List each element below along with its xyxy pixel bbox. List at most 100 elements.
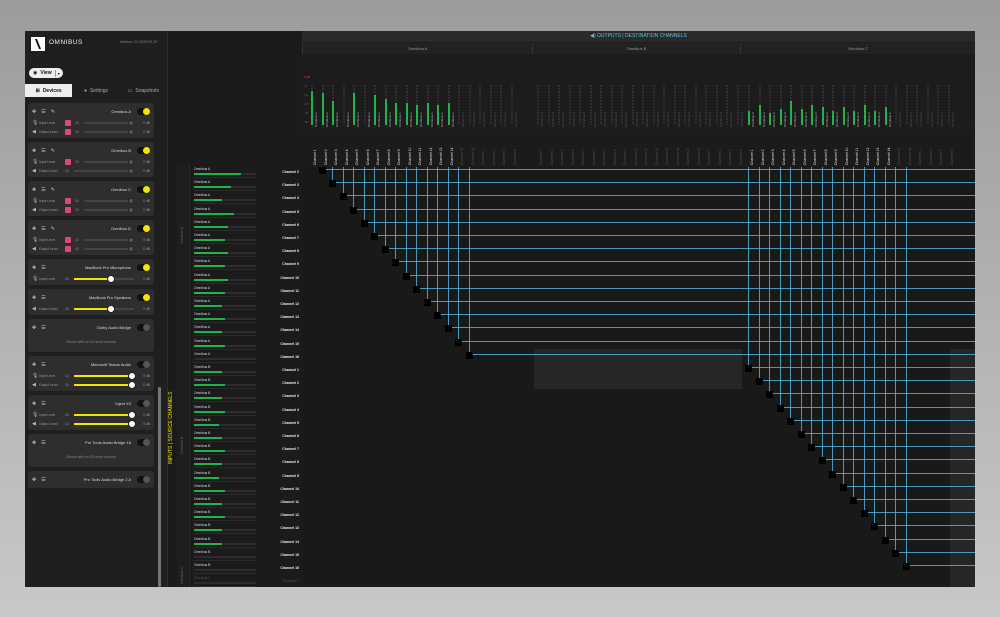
sliders-icon[interactable]: ☰ (41, 265, 45, 271)
input-channel-label[interactable]: Channel 9 (282, 262, 299, 266)
input-channel-label[interactable]: Channel 15 (280, 342, 299, 346)
output-channel-label[interactable]: Channel 2 (492, 150, 496, 165)
input-channel-label[interactable]: Channel 2 (282, 170, 299, 174)
route-node[interactable] (881, 536, 889, 544)
output-channel-label[interactable]: Channel 14 (450, 148, 454, 165)
device-enable-toggle[interactable] (137, 324, 150, 331)
input-channel-label[interactable]: Channel 13 (280, 526, 299, 530)
output-channel-label[interactable]: Channel 10 (634, 148, 638, 165)
device-enable-toggle[interactable] (137, 108, 150, 115)
output-channel-label[interactable]: Channel 4 (345, 150, 349, 165)
move-icon[interactable]: ✥ (32, 325, 36, 331)
route-node[interactable] (465, 351, 473, 359)
level-slider-knob[interactable] (127, 419, 136, 428)
input-channel-label[interactable]: Channel 1 (283, 579, 299, 583)
input-channel-label[interactable]: Channel 11 (281, 289, 299, 293)
output-channel-label[interactable]: Channel 3 (728, 150, 732, 165)
sliders-icon[interactable]: ☰ (41, 325, 45, 331)
output-group-omnibus-c[interactable]: Omnibus C (740, 43, 975, 54)
level-slider[interactable] (73, 167, 134, 174)
level-slider[interactable] (73, 274, 134, 283)
output-channel-label[interactable]: Channel 8 (824, 150, 828, 165)
level-slider[interactable] (83, 128, 135, 135)
output-channel-label[interactable]: Channel 4 (950, 150, 954, 165)
output-channel-label[interactable]: Channel 4 (513, 150, 517, 165)
output-channel-label[interactable]: Channel 5 (581, 150, 585, 165)
level-slider-knob[interactable] (128, 158, 135, 165)
output-channel-label[interactable]: Channel 11 (855, 148, 859, 165)
mute-button[interactable] (65, 197, 71, 204)
route-node[interactable] (808, 444, 815, 452)
route-node[interactable] (381, 246, 389, 254)
level-slider[interactable] (83, 119, 135, 126)
output-channel-label[interactable]: Channel 2 (550, 150, 554, 165)
tab-settings[interactable]: ● Settings (72, 84, 119, 97)
level-slider[interactable] (73, 410, 136, 419)
route-node[interactable] (829, 470, 836, 478)
output-channel-label[interactable]: Channel 3 (560, 150, 564, 165)
level-slider[interactable] (83, 197, 135, 204)
sliders-icon[interactable]: ☰ (41, 401, 45, 407)
mute-button[interactable] (65, 236, 71, 243)
output-channel-label[interactable]: Channel 11 (644, 148, 648, 165)
output-group-omnibus-b[interactable]: Omnibus B (531, 43, 741, 54)
route-node[interactable] (413, 285, 420, 293)
chevron-down-icon[interactable]: ▾ (58, 71, 60, 76)
output-channel-label[interactable]: Channel 16 (471, 148, 475, 165)
level-slider-knob[interactable] (127, 167, 134, 174)
level-slider-knob[interactable] (127, 410, 136, 419)
input-channel-label[interactable]: Channel 10 (280, 276, 299, 280)
route-node[interactable] (871, 523, 878, 531)
input-channel-label[interactable]: Channel 14 (280, 540, 299, 544)
input-channel-label[interactable]: Channel 12 (280, 513, 299, 517)
route-node[interactable] (860, 510, 868, 518)
move-icon[interactable]: ✥ (32, 440, 36, 446)
sliders-icon[interactable]: ☰ (41, 295, 45, 301)
output-channel-label[interactable]: Channel 16 (908, 148, 912, 165)
device-enable-toggle[interactable] (137, 225, 150, 232)
output-group-omnibus-a[interactable]: Omnibus A (302, 43, 532, 54)
input-channel-label[interactable]: Channel 6 (282, 434, 299, 438)
output-channel-label[interactable]: Channel 12 (429, 148, 433, 165)
edit-icon[interactable]: ✎ (51, 109, 55, 115)
sliders-icon[interactable]: ☰ (41, 109, 45, 115)
route-node[interactable] (745, 365, 752, 372)
output-channel-label[interactable]: Channel 12 (655, 148, 659, 165)
input-channel-label[interactable]: Channel 15 (280, 553, 299, 557)
route-node[interactable] (444, 325, 452, 333)
route-node[interactable] (434, 312, 441, 320)
output-channel-label[interactable]: Channel 13 (876, 148, 880, 165)
input-channel-label[interactable]: Channel 2 (282, 381, 299, 385)
move-icon[interactable]: ✥ (32, 401, 36, 407)
level-slider-knob[interactable] (128, 119, 135, 126)
route-node[interactable] (423, 299, 431, 306)
device-enable-toggle[interactable] (137, 186, 150, 193)
output-channel-label[interactable]: Channel 13 (665, 148, 669, 165)
input-channel-label[interactable]: Channel 4 (282, 196, 299, 200)
level-slider[interactable] (73, 304, 134, 313)
output-channel-label[interactable]: Channel 2 (761, 150, 765, 165)
output-channel-label[interactable]: Channel 7 (602, 150, 606, 165)
move-icon[interactable]: ✥ (32, 265, 36, 271)
output-channel-label[interactable]: Channel 13 (439, 148, 443, 165)
output-channel-label[interactable]: Channel 10 (408, 148, 412, 165)
level-slider[interactable] (73, 419, 136, 428)
output-channel-label[interactable]: Channel 6 (592, 150, 596, 165)
sliders-icon[interactable]: ☰ (41, 148, 45, 154)
move-icon[interactable]: ✥ (32, 109, 36, 115)
move-icon[interactable]: ✥ (32, 477, 36, 483)
route-node[interactable] (766, 391, 773, 399)
move-icon[interactable]: ✥ (32, 187, 36, 193)
route-node[interactable] (329, 180, 336, 188)
routing-matrix[interactable] (302, 167, 975, 587)
output-channel-label[interactable]: Channel 4 (782, 150, 786, 165)
route-node[interactable] (318, 167, 326, 174)
level-slider-knob[interactable] (127, 371, 136, 380)
edit-icon[interactable]: ✎ (51, 148, 55, 154)
input-channel-label[interactable]: Channel 5 (282, 421, 299, 425)
level-slider-knob[interactable] (128, 236, 135, 243)
level-slider[interactable] (83, 206, 135, 213)
output-channel-label[interactable]: Channel 5 (355, 150, 359, 165)
output-channel-label[interactable]: Channel 2 (929, 150, 933, 165)
output-channel-label[interactable]: Channel 1 (707, 150, 711, 165)
